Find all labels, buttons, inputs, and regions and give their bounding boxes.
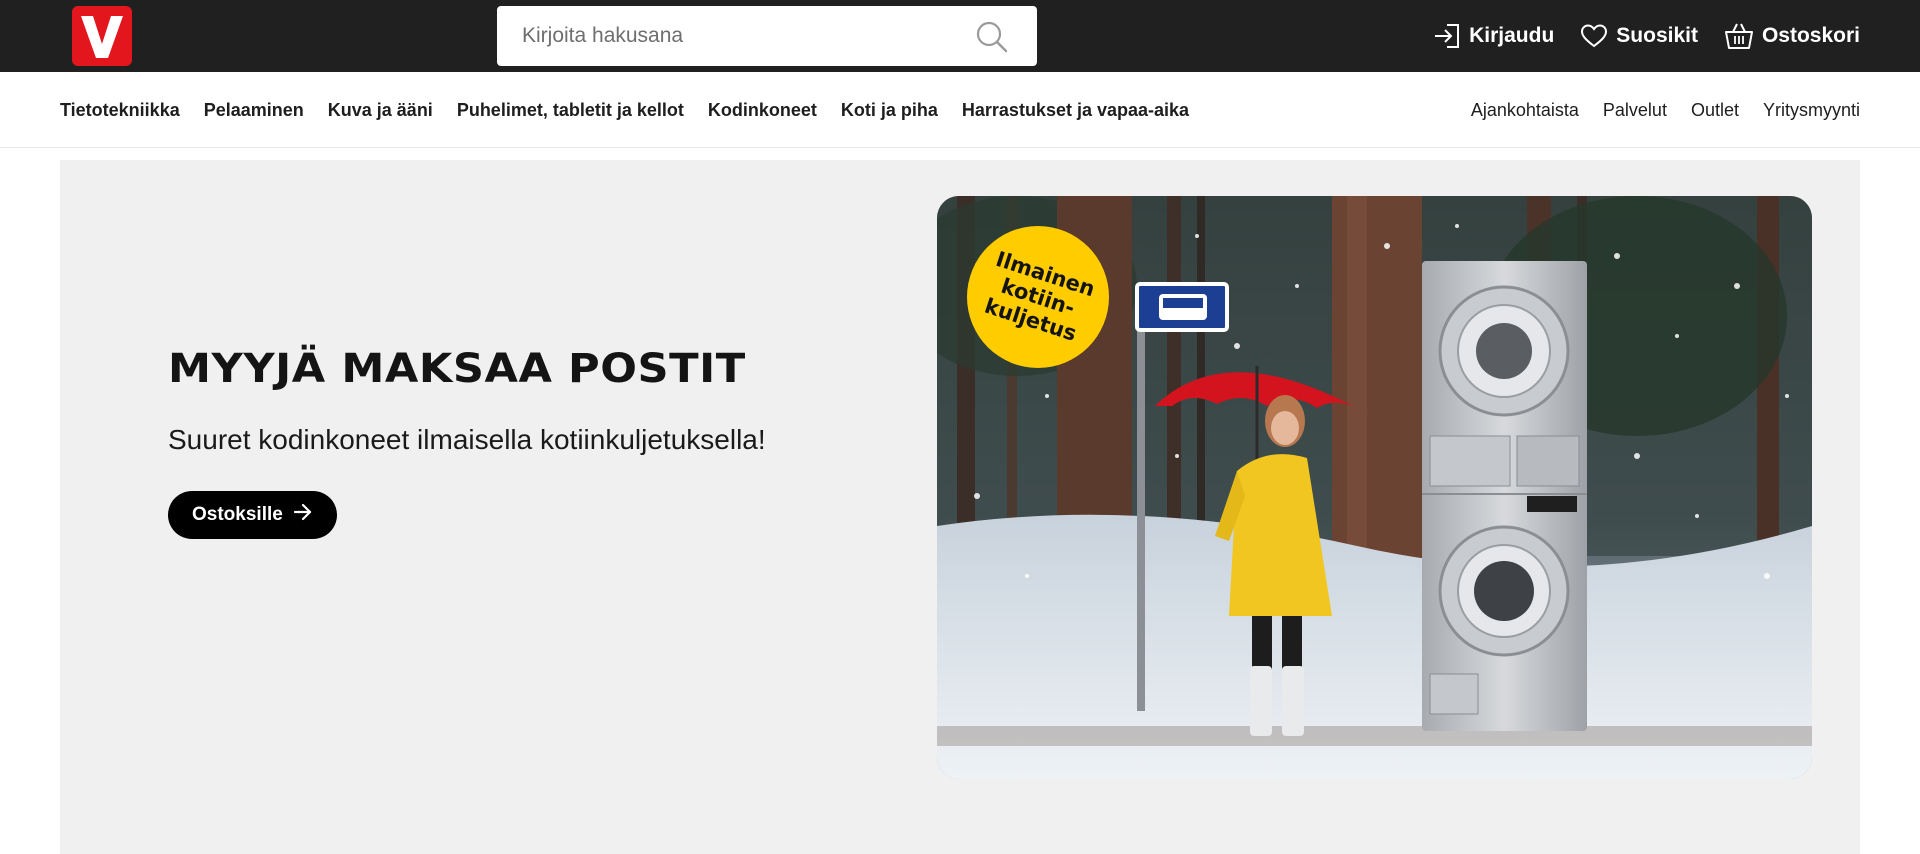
- cart-button[interactable]: Ostoskori: [1724, 22, 1860, 50]
- hero-title: MYYJÄ MAKSAA POSTIT: [168, 346, 746, 392]
- logo-v-mark: [81, 16, 123, 58]
- nav-item-tietotekniikka[interactable]: Tietotekniikka: [60, 100, 180, 121]
- shop-now-button[interactable]: Ostoksille: [168, 491, 337, 539]
- site-logo[interactable]: [72, 6, 132, 66]
- search-icon[interactable]: [975, 20, 1009, 54]
- nav-item-harrastukset[interactable]: Harrastukset ja vapaa-aika: [962, 100, 1189, 121]
- category-links: Tietotekniikka Pelaaminen Kuva ja ääni P…: [60, 72, 1189, 148]
- search-input[interactable]: [497, 6, 957, 66]
- nav-item-pelaaminen[interactable]: Pelaaminen: [204, 100, 304, 121]
- hero-image[interactable]: Ilmainen kotiin- kuljetus: [937, 196, 1812, 779]
- hero-banner: MYYJÄ MAKSAA POSTIT Suuret kodinkoneet i…: [60, 160, 1860, 854]
- free-delivery-badge: Ilmainen kotiin- kuljetus: [967, 226, 1109, 368]
- arrow-right-icon: [293, 503, 313, 527]
- nav-item-kodinkoneet[interactable]: Kodinkoneet: [708, 100, 817, 121]
- badge-text: Ilmainen kotiin- kuljetus: [981, 246, 1098, 346]
- hero-subtitle: Suuret kodinkoneet ilmaisella kotiinkulj…: [168, 424, 766, 455]
- login-icon: [1433, 23, 1461, 49]
- favorites-button[interactable]: Suosikit: [1580, 23, 1698, 49]
- nav-item-koti-ja-piha[interactable]: Koti ja piha: [841, 100, 938, 121]
- favorites-label: Suosikit: [1616, 24, 1698, 47]
- login-button[interactable]: Kirjaudu: [1433, 23, 1554, 49]
- category-nav: Tietotekniikka Pelaaminen Kuva ja ääni P…: [0, 72, 1920, 148]
- basket-icon: [1724, 22, 1754, 50]
- search-box: [497, 6, 1037, 66]
- login-label: Kirjaudu: [1469, 24, 1555, 47]
- header-actions: Kirjaudu Suosikit Ostoskori: [1433, 0, 1860, 72]
- nav-item-puhelimet[interactable]: Puhelimet, tabletit ja kellot: [457, 100, 684, 121]
- nav-item-palvelut[interactable]: Palvelut: [1603, 100, 1667, 121]
- nav-item-ajankohtaista[interactable]: Ajankohtaista: [1471, 100, 1579, 121]
- secondary-links: Ajankohtaista Palvelut Outlet Yritysmyyn…: [1471, 72, 1860, 148]
- nav-item-yritysmyynti[interactable]: Yritysmyynti: [1763, 100, 1860, 121]
- nav-item-kuva-ja-aani[interactable]: Kuva ja ääni: [328, 100, 433, 121]
- top-bar: Kirjaudu Suosikit Ostoskori: [0, 0, 1920, 72]
- nav-item-outlet[interactable]: Outlet: [1691, 100, 1739, 121]
- cart-label: Ostoskori: [1761, 24, 1860, 47]
- heart-icon: [1580, 23, 1608, 49]
- shop-now-label: Ostoksille: [192, 504, 283, 525]
